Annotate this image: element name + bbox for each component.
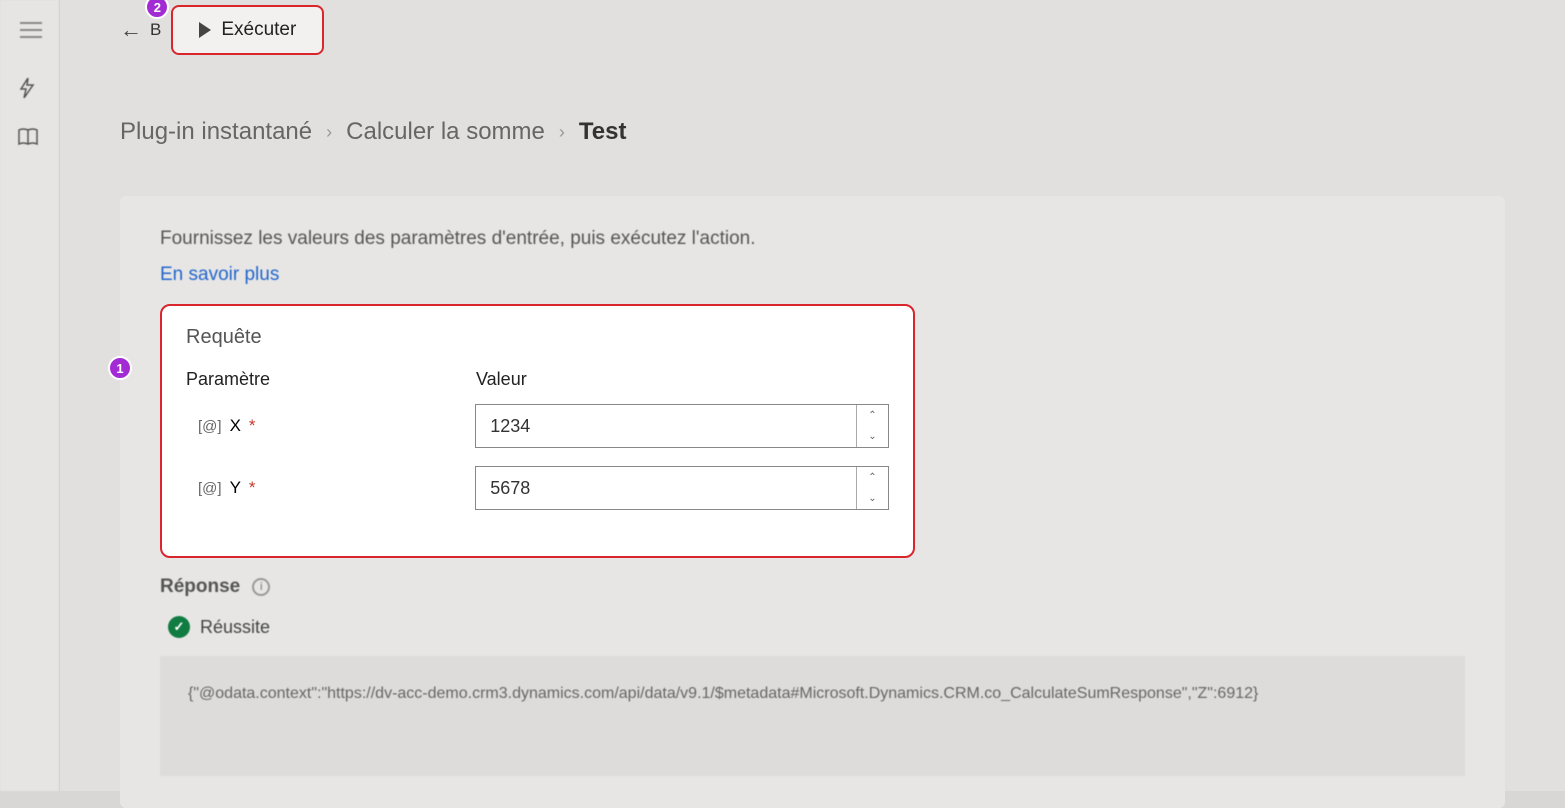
success-status: ✓ Réussite	[160, 616, 1465, 638]
param-name: Y	[230, 478, 241, 498]
main-content: Plug-in instantané › Calculer la somme ›…	[60, 60, 1565, 791]
response-title: Réponse	[160, 576, 240, 598]
param-input-wrapper: ⌃ ⌄	[475, 404, 889, 448]
instruction-text: Fournissez les valeurs des paramètres d'…	[160, 228, 1465, 250]
param-y-input[interactable]	[475, 466, 889, 510]
breadcrumb-item[interactable]: Calculer la somme	[346, 118, 545, 146]
response-title-row: Réponse i	[160, 576, 1465, 598]
annotation-badge-2: 2	[145, 0, 169, 19]
chevron-right-icon: ›	[559, 122, 565, 143]
execute-label: Exécuter	[221, 19, 296, 41]
at-icon: [@]	[198, 480, 222, 497]
param-x-input[interactable]	[475, 404, 889, 448]
learn-more-link[interactable]: En savoir plus	[160, 264, 279, 286]
bolt-icon[interactable]	[18, 78, 36, 103]
test-panel: Fournissez les valeurs des paramètres d'…	[120, 196, 1505, 808]
back-button[interactable]: ← B	[120, 17, 161, 43]
param-header-value: Valeur	[476, 369, 527, 390]
breadcrumb-current: Test	[579, 118, 627, 146]
spinner-down-icon[interactable]: ⌄	[857, 488, 888, 509]
chevron-right-icon: ›	[326, 122, 332, 143]
response-body: {"@odata.context":"https://dv-acc-demo.c…	[160, 656, 1465, 776]
at-icon: [@]	[198, 418, 222, 435]
back-arrow-icon: ←	[120, 17, 142, 43]
required-asterisk: *	[249, 478, 256, 498]
back-label: B	[150, 20, 161, 40]
info-icon[interactable]: i	[252, 578, 270, 596]
book-icon[interactable]	[18, 128, 38, 151]
annotation-badge-1: 1	[108, 356, 132, 380]
breadcrumb-item[interactable]: Plug-in instantané	[120, 118, 312, 146]
spinner-up-icon[interactable]: ⌃	[857, 405, 888, 426]
number-spinner[interactable]: ⌃ ⌄	[856, 467, 888, 509]
param-row-x: [@] X * ⌃ ⌄	[186, 404, 889, 448]
response-section: Réponse i ✓ Réussite {"@odata.context":"…	[160, 576, 1465, 776]
param-name: X	[230, 416, 241, 436]
hamburger-icon[interactable]	[20, 22, 42, 38]
spinner-up-icon[interactable]: ⌃	[857, 467, 888, 488]
param-label: [@] X *	[186, 416, 475, 436]
param-input-wrapper: ⌃ ⌄	[475, 466, 889, 510]
param-row-y: [@] Y * ⌃ ⌄	[186, 466, 889, 510]
left-nav-rail	[0, 0, 60, 791]
spinner-down-icon[interactable]: ⌄	[857, 426, 888, 447]
param-label: [@] Y *	[186, 478, 475, 498]
success-label: Réussite	[200, 617, 270, 638]
param-header-row: Paramètre Valeur	[186, 369, 889, 390]
required-asterisk: *	[249, 416, 256, 436]
request-title: Requête	[186, 326, 889, 349]
param-header-name: Paramètre	[186, 369, 476, 390]
request-section: Requête Paramètre Valeur [@] X * ⌃ ⌄	[160, 304, 915, 558]
execute-button[interactable]: 2 Exécuter	[171, 5, 324, 55]
check-circle-icon: ✓	[168, 616, 190, 638]
number-spinner[interactable]: ⌃ ⌄	[856, 405, 888, 447]
breadcrumb: Plug-in instantané › Calculer la somme ›…	[120, 118, 1505, 146]
top-toolbar: ← B 2 Exécuter	[60, 0, 1565, 60]
play-icon	[199, 22, 211, 38]
